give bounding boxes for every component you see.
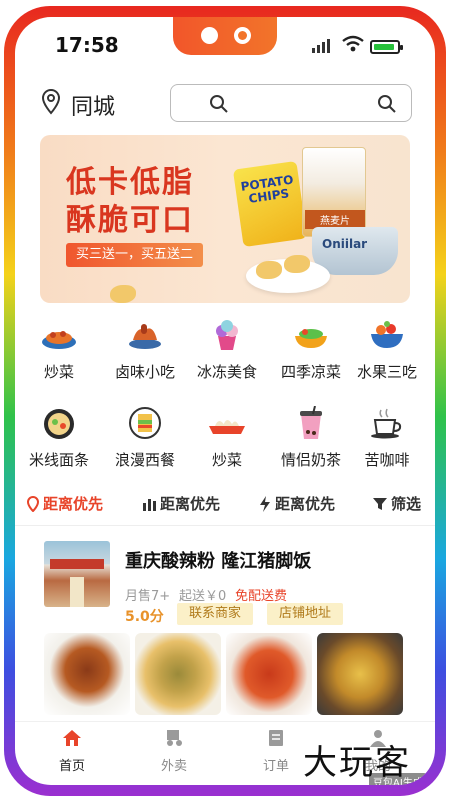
food-photo-braised-dish[interactable]	[317, 633, 403, 715]
lightning-icon	[260, 495, 270, 512]
wifi-icon	[342, 35, 364, 52]
category-label: 情侣奶茶	[280, 451, 341, 469]
phone-frame: 17:58 同城 低卡低脂 酥脆可口 买三送一，买五送二 POTATO CHIP…	[4, 6, 446, 796]
category-label: 炒菜	[43, 363, 74, 381]
shop-roof	[50, 559, 104, 569]
banner-promo-tag: 买三送一，买五送二	[66, 243, 204, 267]
monthly-sales: 月售7+	[125, 589, 171, 604]
filter-icon	[373, 497, 387, 510]
category-item[interactable]: 冰冻美食	[185, 317, 269, 382]
category-label: 水果三吃	[356, 363, 417, 381]
home-icon	[63, 730, 81, 746]
tab-label: 距离优先	[160, 495, 221, 513]
category-label: 冰冻美食	[196, 363, 257, 381]
status-bar: 17:58	[15, 17, 435, 61]
milk-tea-icon	[291, 405, 331, 441]
location-pin-icon[interactable]	[41, 89, 61, 115]
category-label: 浪漫西餐	[114, 451, 175, 469]
noodle-bowl-icon	[39, 405, 79, 441]
shop-thumbnail[interactable]	[44, 541, 110, 607]
nav-label: 首页	[58, 759, 85, 774]
city-selector[interactable]: 同城	[71, 89, 115, 121]
category-item[interactable]: 米线面条	[17, 405, 101, 470]
battery-icon	[370, 40, 403, 54]
category-item[interactable]: 水果三吃	[345, 317, 429, 382]
category-item[interactable]: 四季凉菜	[269, 317, 353, 382]
nav-home[interactable]: 首页	[37, 729, 107, 774]
status-time: 17:58	[55, 33, 119, 57]
signal-icon	[312, 39, 334, 53]
order-icon	[269, 730, 283, 746]
promo-banner[interactable]: 低卡低脂 酥脆可口 买三送一，买五送二 POTATO CHIPS 燕麦片 Oni…	[40, 135, 410, 303]
tab-label: 距离优先	[275, 495, 336, 513]
search-icon	[210, 95, 228, 113]
search-submit-icon[interactable]	[377, 94, 397, 114]
category-item[interactable]: 炒菜	[17, 317, 101, 382]
tab-filter[interactable]: 筛选	[373, 493, 421, 514]
shop-name[interactable]: 重庆酸辣粉 隆江猪脚饭	[125, 547, 311, 573]
category-label: 四季凉菜	[280, 363, 341, 381]
tab-distance-third[interactable]: 距离优先	[259, 493, 335, 514]
braised-snack-icon	[125, 317, 165, 353]
shop-rating: 5.0分	[125, 609, 164, 625]
shop-door	[70, 577, 84, 607]
tab-label: 距离优先	[43, 495, 104, 513]
dumpling-plate-icon	[207, 405, 247, 441]
bottom-nav-divider	[15, 721, 435, 722]
crisp-image	[256, 261, 282, 279]
tab-distance-first[interactable]: 距离优先	[27, 493, 103, 514]
coffee-cup-icon	[367, 405, 407, 441]
min-order: 起送￥0	[179, 589, 227, 604]
category-label: 炒菜	[211, 451, 242, 469]
sensor-icon	[234, 27, 251, 44]
nav-label: 外卖	[160, 759, 187, 774]
category-item[interactable]: 情侣奶茶	[269, 405, 353, 470]
section-divider	[15, 525, 435, 526]
category-label: 卤味小吃	[114, 363, 175, 381]
chips-bag-label: POTATO CHIPS	[239, 172, 295, 206]
category-item[interactable]: 卤味小吃	[103, 317, 187, 382]
nav-delivery[interactable]: 外卖	[139, 729, 209, 774]
ice-cream-icon	[207, 317, 247, 353]
category-label: 米线面条	[28, 451, 89, 469]
bar-chart-icon	[143, 498, 156, 511]
tab-label: 筛选	[391, 495, 422, 513]
delivery-icon	[167, 730, 182, 746]
nav-orders[interactable]: 订单	[241, 729, 311, 774]
crisp-image	[110, 285, 136, 303]
category-item[interactable]: 炒菜	[185, 405, 269, 470]
contact-merchant-button[interactable]: 联系商家	[177, 603, 254, 625]
sort-filter-bar: 距离优先 距离优先 距离优先 筛选	[15, 493, 435, 521]
tab-distance-second[interactable]: 距离优先	[143, 493, 220, 514]
food-photo-pork-knuckle[interactable]	[44, 633, 130, 715]
shop-address-button[interactable]: 店铺地址	[267, 603, 344, 625]
cold-dish-icon	[291, 317, 331, 353]
potato-chips-bag-image: POTATO CHIPS	[232, 160, 308, 248]
ai-watermark: 豆包AI生成	[369, 773, 427, 785]
category-item[interactable]: 苦咖啡	[345, 405, 429, 470]
banner-headline-2: 酥脆可口	[66, 203, 194, 238]
stir-fry-icon	[39, 317, 79, 353]
western-food-icon	[125, 405, 165, 441]
camera-notch	[173, 17, 277, 55]
phone-screen: 17:58 同城 低卡低脂 酥脆可口 买三送一，买五送二 POTATO CHIP…	[15, 17, 435, 785]
category-label: 苦咖啡	[364, 451, 410, 469]
tub-label: Oniilar	[322, 237, 368, 251]
front-camera-icon	[201, 27, 218, 44]
crisp-image	[284, 255, 310, 273]
delivery-fee: 免配送费	[235, 589, 288, 604]
nav-label: 订单	[262, 759, 289, 774]
fruit-bowl-icon	[367, 317, 407, 353]
category-item[interactable]: 浪漫西餐	[103, 405, 187, 470]
search-input[interactable]	[170, 84, 412, 122]
location-pin-icon	[27, 495, 39, 512]
food-photo-noodles[interactable]	[135, 633, 221, 715]
food-photo-spicy-noodles[interactable]	[226, 633, 312, 715]
cereal-box-image: 燕麦片	[302, 147, 366, 237]
